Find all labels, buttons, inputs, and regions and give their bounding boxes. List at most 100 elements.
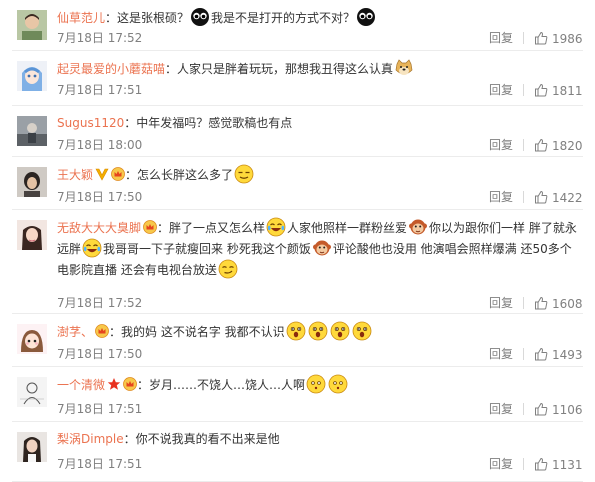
comment-body: 一个清微 ：岁月……不饶人…饶人…人啊 xyxy=(57,374,577,395)
comment-item: 起灵最爱的小蘑菇喵：人家只是胖着玩玩，那想我丑得这么认真 7月18日 17:51 回… xyxy=(0,51,595,106)
shocked-emoji xyxy=(308,321,328,341)
comment-timestamp: 7月18日 17:50 xyxy=(57,347,143,361)
reply-button[interactable]: 回复 xyxy=(489,138,513,152)
username-link[interactable]: 一个清微 xyxy=(57,378,105,392)
like-button[interactable]: 1106 xyxy=(534,402,583,417)
action-separator xyxy=(523,403,524,415)
comment-item: 仙草范儿：这是张根硕？ 我是不是打开的方式不对？ 7月18日 17:52 回复 1986 xyxy=(0,0,595,51)
like-button[interactable]: 1820 xyxy=(534,138,583,153)
username-link[interactable]: Sugus1120 xyxy=(57,116,124,130)
comment-timestamp: 7月18日 17:51 xyxy=(57,402,143,416)
monkey-emoji xyxy=(408,217,428,237)
avatar[interactable] xyxy=(17,10,47,40)
shocked-emoji xyxy=(352,321,372,341)
like-count: 1493 xyxy=(552,348,583,362)
comment-text: 我哥哥一下子就瘦回来 秒死我这个颜饭 xyxy=(103,242,311,256)
thumbs-up-icon xyxy=(534,457,552,472)
avatar[interactable] xyxy=(17,432,47,462)
laugh-tears-emoji xyxy=(266,217,286,237)
monkey-emoji xyxy=(312,238,332,258)
comment-item: 无敌大大大臭脚 ：胖了一点又怎么样 人家他照样一群粉丝爱 你以为跟你们一样 胖了就永远… xyxy=(0,210,595,314)
like-count: 1422 xyxy=(552,191,583,205)
comment-timestamp: 7月18日 17:50 xyxy=(57,190,143,204)
comment-body: Sugus1120：中年发福吗？感觉歌稿也有点 xyxy=(57,113,577,133)
action-separator xyxy=(523,191,524,203)
comment-text: ：中年发福吗？感觉歌稿也有点 xyxy=(124,116,293,130)
action-separator xyxy=(523,32,524,44)
like-count: 1986 xyxy=(552,32,583,46)
comment-timestamp: 7月18日 17:52 xyxy=(57,31,143,45)
comment-text: ：岁月……不饶人…饶人…人啊 xyxy=(137,378,306,392)
comment-timestamp: 7月18日 17:51 xyxy=(57,457,143,471)
comment-body: 澍芓、 ：我的妈 这不说名字 我都不认识 xyxy=(57,321,577,342)
like-button[interactable]: 1493 xyxy=(534,347,583,362)
avatar[interactable] xyxy=(17,61,47,91)
like-button[interactable]: 1811 xyxy=(534,83,583,98)
like-count: 1811 xyxy=(552,84,583,98)
thumbs-up-icon xyxy=(534,190,552,205)
comment-text: ：胖了一点又怎么样 xyxy=(157,221,266,235)
comment-body: 梨涡Dimple：你不说我真的看不出来是他 xyxy=(57,429,577,449)
member-crown-badge[interactable] xyxy=(95,324,109,338)
comment-body: 仙草范儿：这是张根硕？ 我是不是打开的方式不对？ xyxy=(57,7,577,28)
member-crown-badge[interactable] xyxy=(111,167,125,181)
username-link[interactable]: 无敌大大大臭脚 xyxy=(57,221,141,235)
comment-item: 澍芓、 ：我的妈 这不说名字 我都不认识 7月18日 17:50 回复 1493 xyxy=(0,314,595,367)
thumbs-up-icon xyxy=(534,402,552,417)
vip-v-badge[interactable] xyxy=(95,167,109,181)
doge-emoji xyxy=(394,58,414,78)
comment-text: 人家他照样一群粉丝爱 xyxy=(287,221,408,235)
like-count: 1131 xyxy=(552,458,583,472)
reply-button[interactable]: 回复 xyxy=(489,296,513,310)
laugh-tears-emoji xyxy=(82,238,102,258)
like-button[interactable]: 1608 xyxy=(534,296,583,311)
avatar[interactable] xyxy=(17,116,47,146)
avatar[interactable] xyxy=(17,324,47,354)
thumbs-up-icon xyxy=(534,31,552,46)
avatar[interactable] xyxy=(17,220,47,250)
like-count: 1820 xyxy=(552,139,583,153)
avatar[interactable] xyxy=(17,167,47,197)
reply-button[interactable]: 回复 xyxy=(489,83,513,97)
action-separator xyxy=(523,297,524,309)
comment-text: ：这是张根硕？ xyxy=(105,11,190,25)
comment-list: 仙草范儿：这是张根硕？ 我是不是打开的方式不对？ 7月18日 17:52 回复 1986… xyxy=(0,0,595,482)
black-face-emoji xyxy=(190,7,210,27)
reply-button[interactable]: 回复 xyxy=(489,347,513,361)
comment-item: 一个清微 ：岁月……不饶人…饶人…人啊 7月18日 17:51 回复 1106 xyxy=(0,367,595,422)
comment-body: 无敌大大大臭脚 ：胖了一点又怎么样 人家他照样一群粉丝爱 你以为跟你们一样 胖了就永远… xyxy=(57,217,577,280)
avatar[interactable] xyxy=(17,377,47,407)
like-button[interactable]: 1986 xyxy=(534,31,583,46)
speechless-emoji xyxy=(328,374,348,394)
action-separator xyxy=(523,84,524,96)
comment-item: Sugus1120：中年发福吗？感觉歌稿也有点 7月18日 18:00 回复 1820 xyxy=(0,106,595,157)
username-link[interactable]: 梨涡Dimple xyxy=(57,432,124,446)
comment-text: ：我的妈 这不说名字 我都不认识 xyxy=(109,325,285,339)
comment-timestamp: 7月18日 17:52 xyxy=(57,296,143,310)
comment-timestamp: 7月18日 17:51 xyxy=(57,83,143,97)
comment-text: ：你不说我真的看不出来是他 xyxy=(123,432,280,446)
comment-body: 王大颖 ：怎么长胖这么多了 xyxy=(57,164,577,185)
like-button[interactable]: 1131 xyxy=(534,457,583,472)
username-link[interactable]: 仙草范儿 xyxy=(57,11,105,25)
like-button[interactable]: 1422 xyxy=(534,190,583,205)
reply-button[interactable]: 回复 xyxy=(489,457,513,471)
comment-timestamp: 7月18日 18:00 xyxy=(57,138,143,152)
thumbs-up-icon xyxy=(534,138,552,153)
smirk-emoji xyxy=(218,259,238,279)
member-crown-badge[interactable] xyxy=(143,220,157,234)
username-link[interactable]: 起灵最爱的小蘑菇喵 xyxy=(57,62,165,76)
thumbs-up-icon xyxy=(534,83,552,98)
action-separator xyxy=(523,348,524,360)
reply-button[interactable]: 回复 xyxy=(489,190,513,204)
star-badge[interactable] xyxy=(107,377,121,391)
reply-button[interactable]: 回复 xyxy=(489,402,513,416)
username-link[interactable]: 王大颖 xyxy=(57,168,93,182)
like-count: 1608 xyxy=(552,297,583,311)
action-separator xyxy=(523,139,524,151)
shocked-emoji xyxy=(286,321,306,341)
comment-text: ：人家只是胖着玩玩，那想我丑得这么认真 xyxy=(165,62,394,76)
reply-button[interactable]: 回复 xyxy=(489,31,513,45)
username-link[interactable]: 澍芓、 xyxy=(57,325,93,339)
member-crown-badge[interactable] xyxy=(123,377,137,391)
